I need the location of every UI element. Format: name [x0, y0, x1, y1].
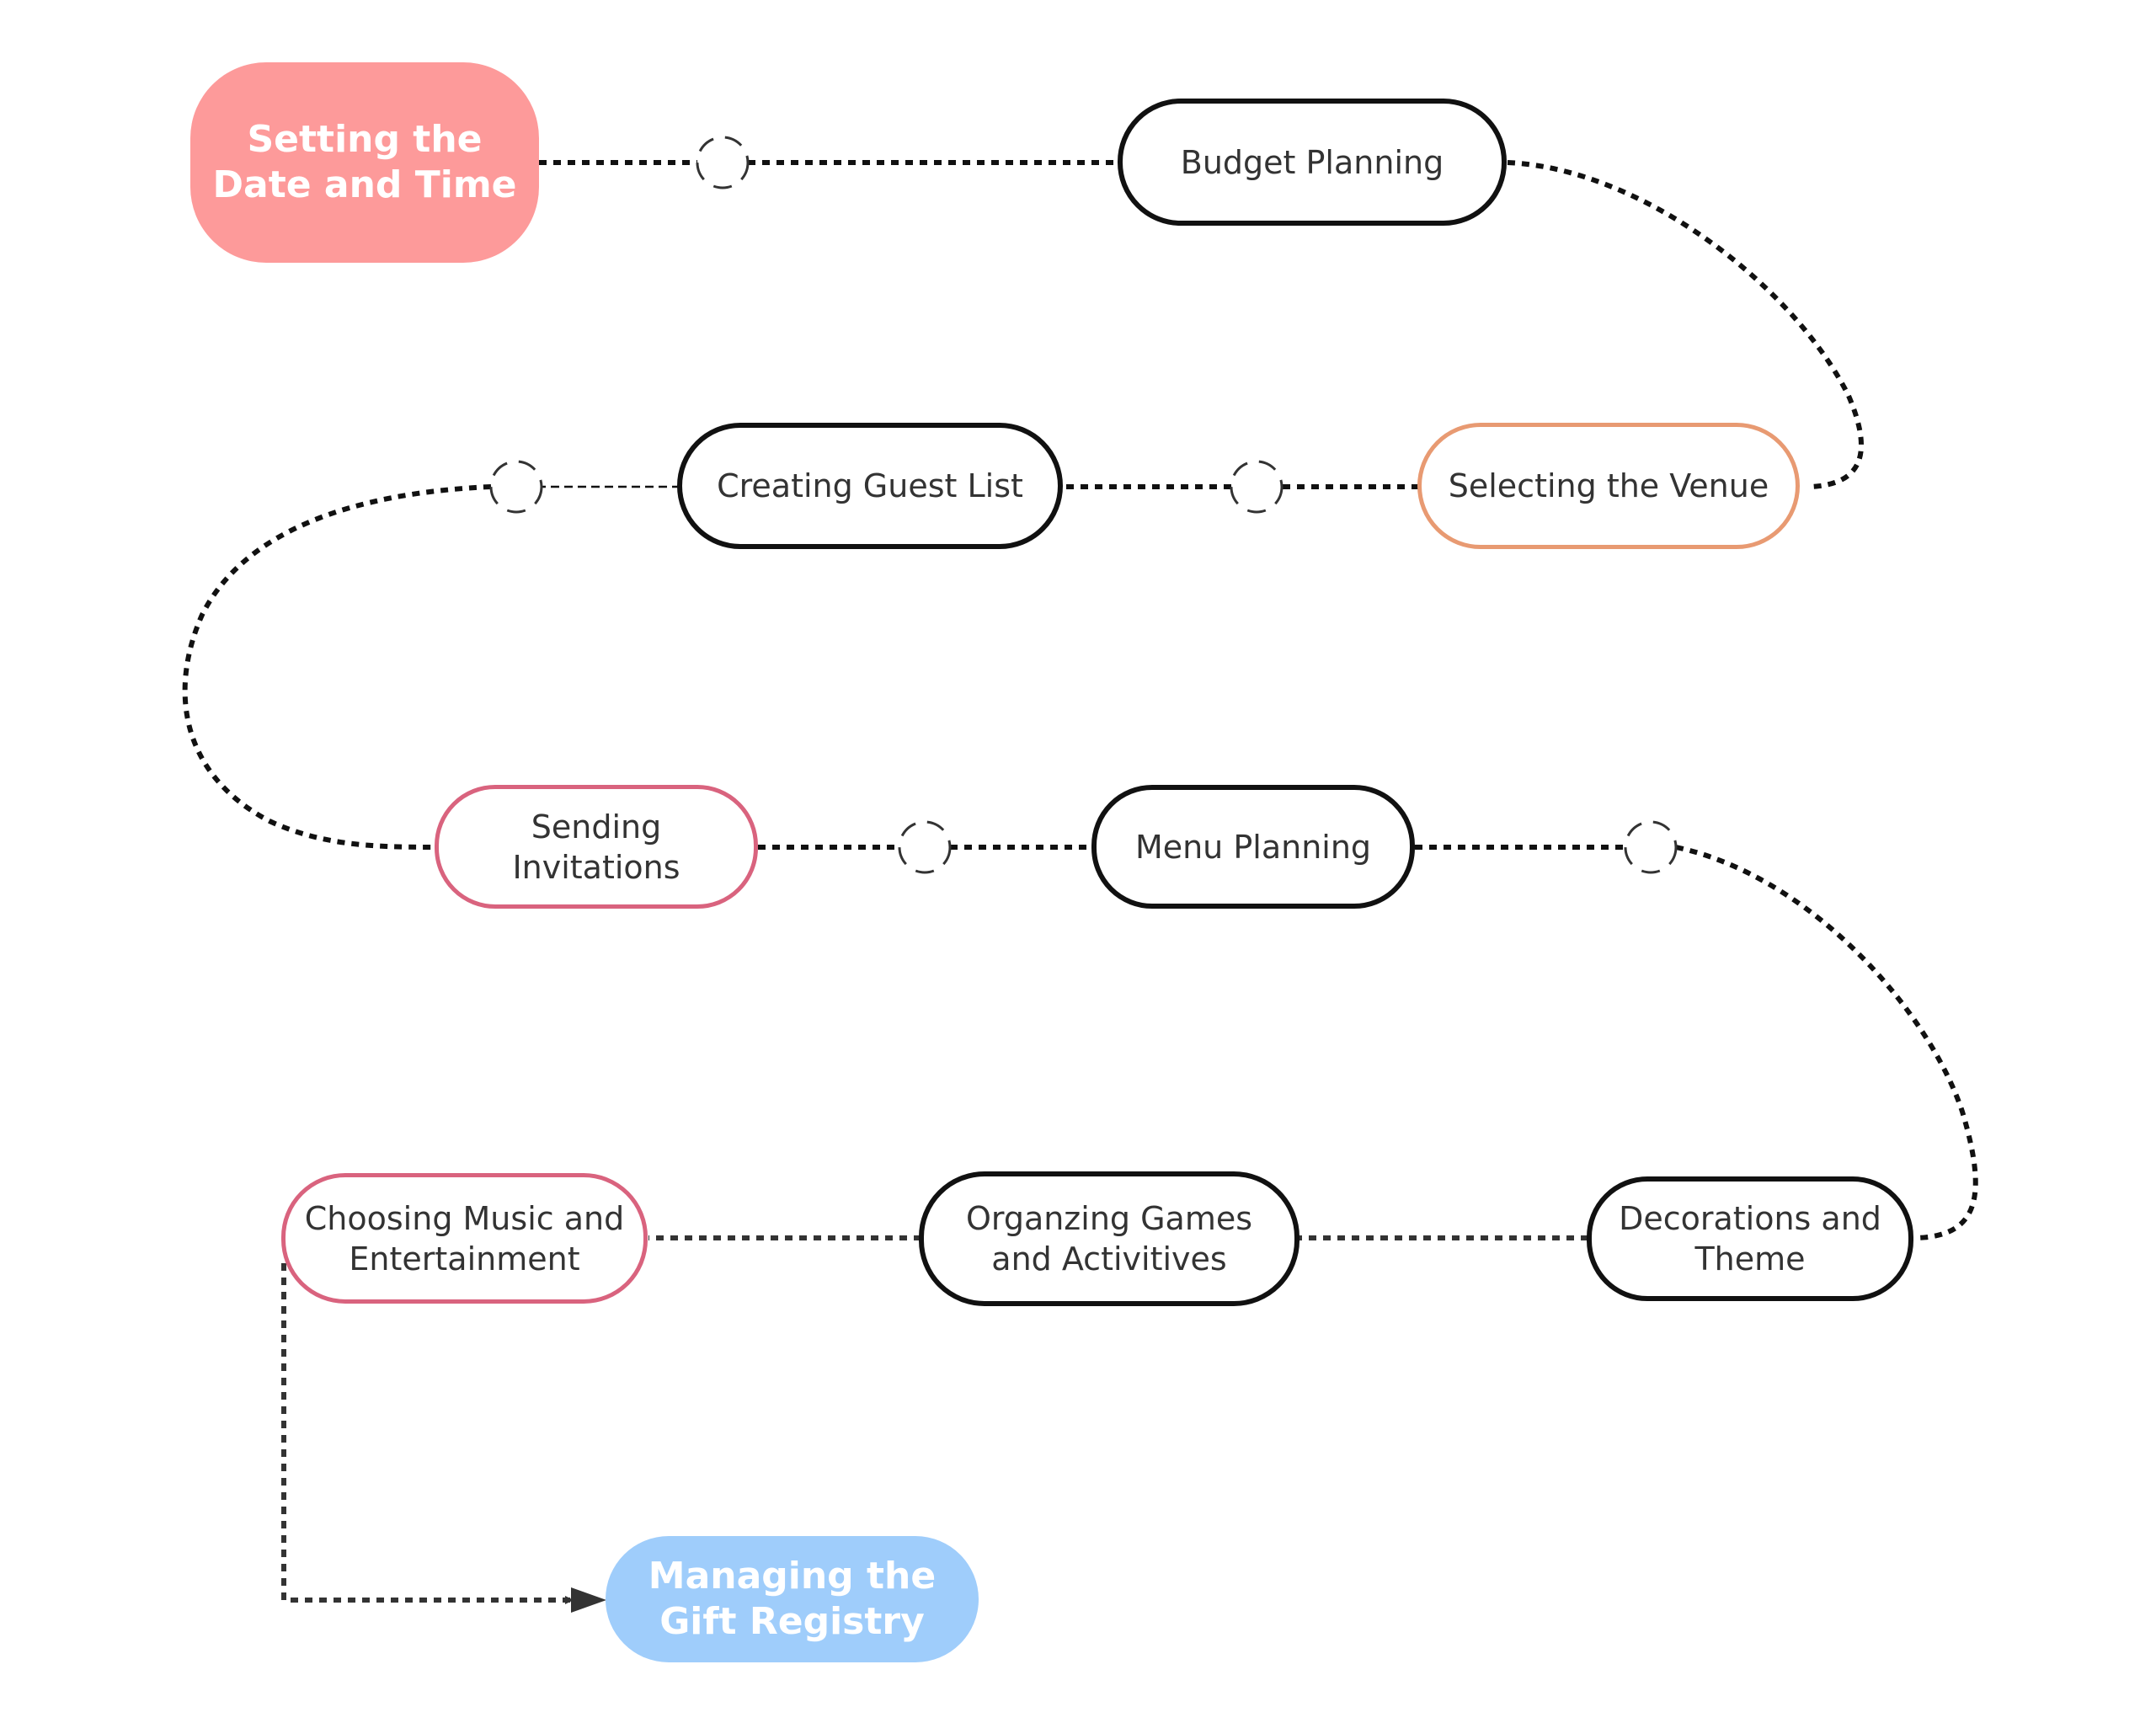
arrowhead-icon: [571, 1587, 606, 1613]
node-label: Menu Planning: [1134, 828, 1372, 866]
node-label: Selecting the Venue: [1448, 467, 1769, 504]
junction-circle[interactable]: [1230, 460, 1283, 514]
junction-circle[interactable]: [898, 820, 952, 874]
node-label: Choosing Music and Entertainment: [304, 1199, 625, 1278]
node-budget-planning[interactable]: Budget Planning: [1118, 99, 1507, 226]
node-label: Decorations and Theme: [1619, 1200, 1881, 1278]
junction-circle[interactable]: [696, 136, 750, 189]
junction-circle[interactable]: [1624, 820, 1678, 874]
node-sending-invitations[interactable]: Sending Invitations: [435, 785, 758, 909]
node-setting-date-time[interactable]: Setting the Date and Time: [190, 62, 539, 263]
node-label: Organzing Games and Activitives: [965, 1200, 1253, 1278]
node-organizing-games[interactable]: Organzing Games and Activitives: [919, 1171, 1299, 1306]
node-label: Creating Guest List: [717, 467, 1023, 504]
edge-music-to-registry[interactable]: [281, 1263, 574, 1604]
node-choosing-music[interactable]: Choosing Music and Entertainment: [281, 1173, 648, 1304]
node-selecting-venue[interactable]: Selecting the Venue: [1417, 423, 1800, 549]
edge-guestlist-to-invitations-curve[interactable]: [182, 484, 492, 850]
junction-circle[interactable]: [489, 460, 543, 514]
node-label: Budget Planning: [1180, 143, 1444, 181]
node-menu-planning[interactable]: Menu Planning: [1091, 785, 1415, 909]
node-label: Managing the Gift Registry: [648, 1555, 937, 1643]
node-label: Setting the Date and Time: [212, 118, 517, 206]
node-creating-guest-list[interactable]: Creating Guest List: [677, 423, 1063, 549]
node-decorations-theme[interactable]: Decorations and Theme: [1587, 1176, 1913, 1301]
node-managing-gift-registry[interactable]: Managing the Gift Registry: [606, 1536, 979, 1662]
node-label: Sending Invitations: [512, 808, 680, 886]
